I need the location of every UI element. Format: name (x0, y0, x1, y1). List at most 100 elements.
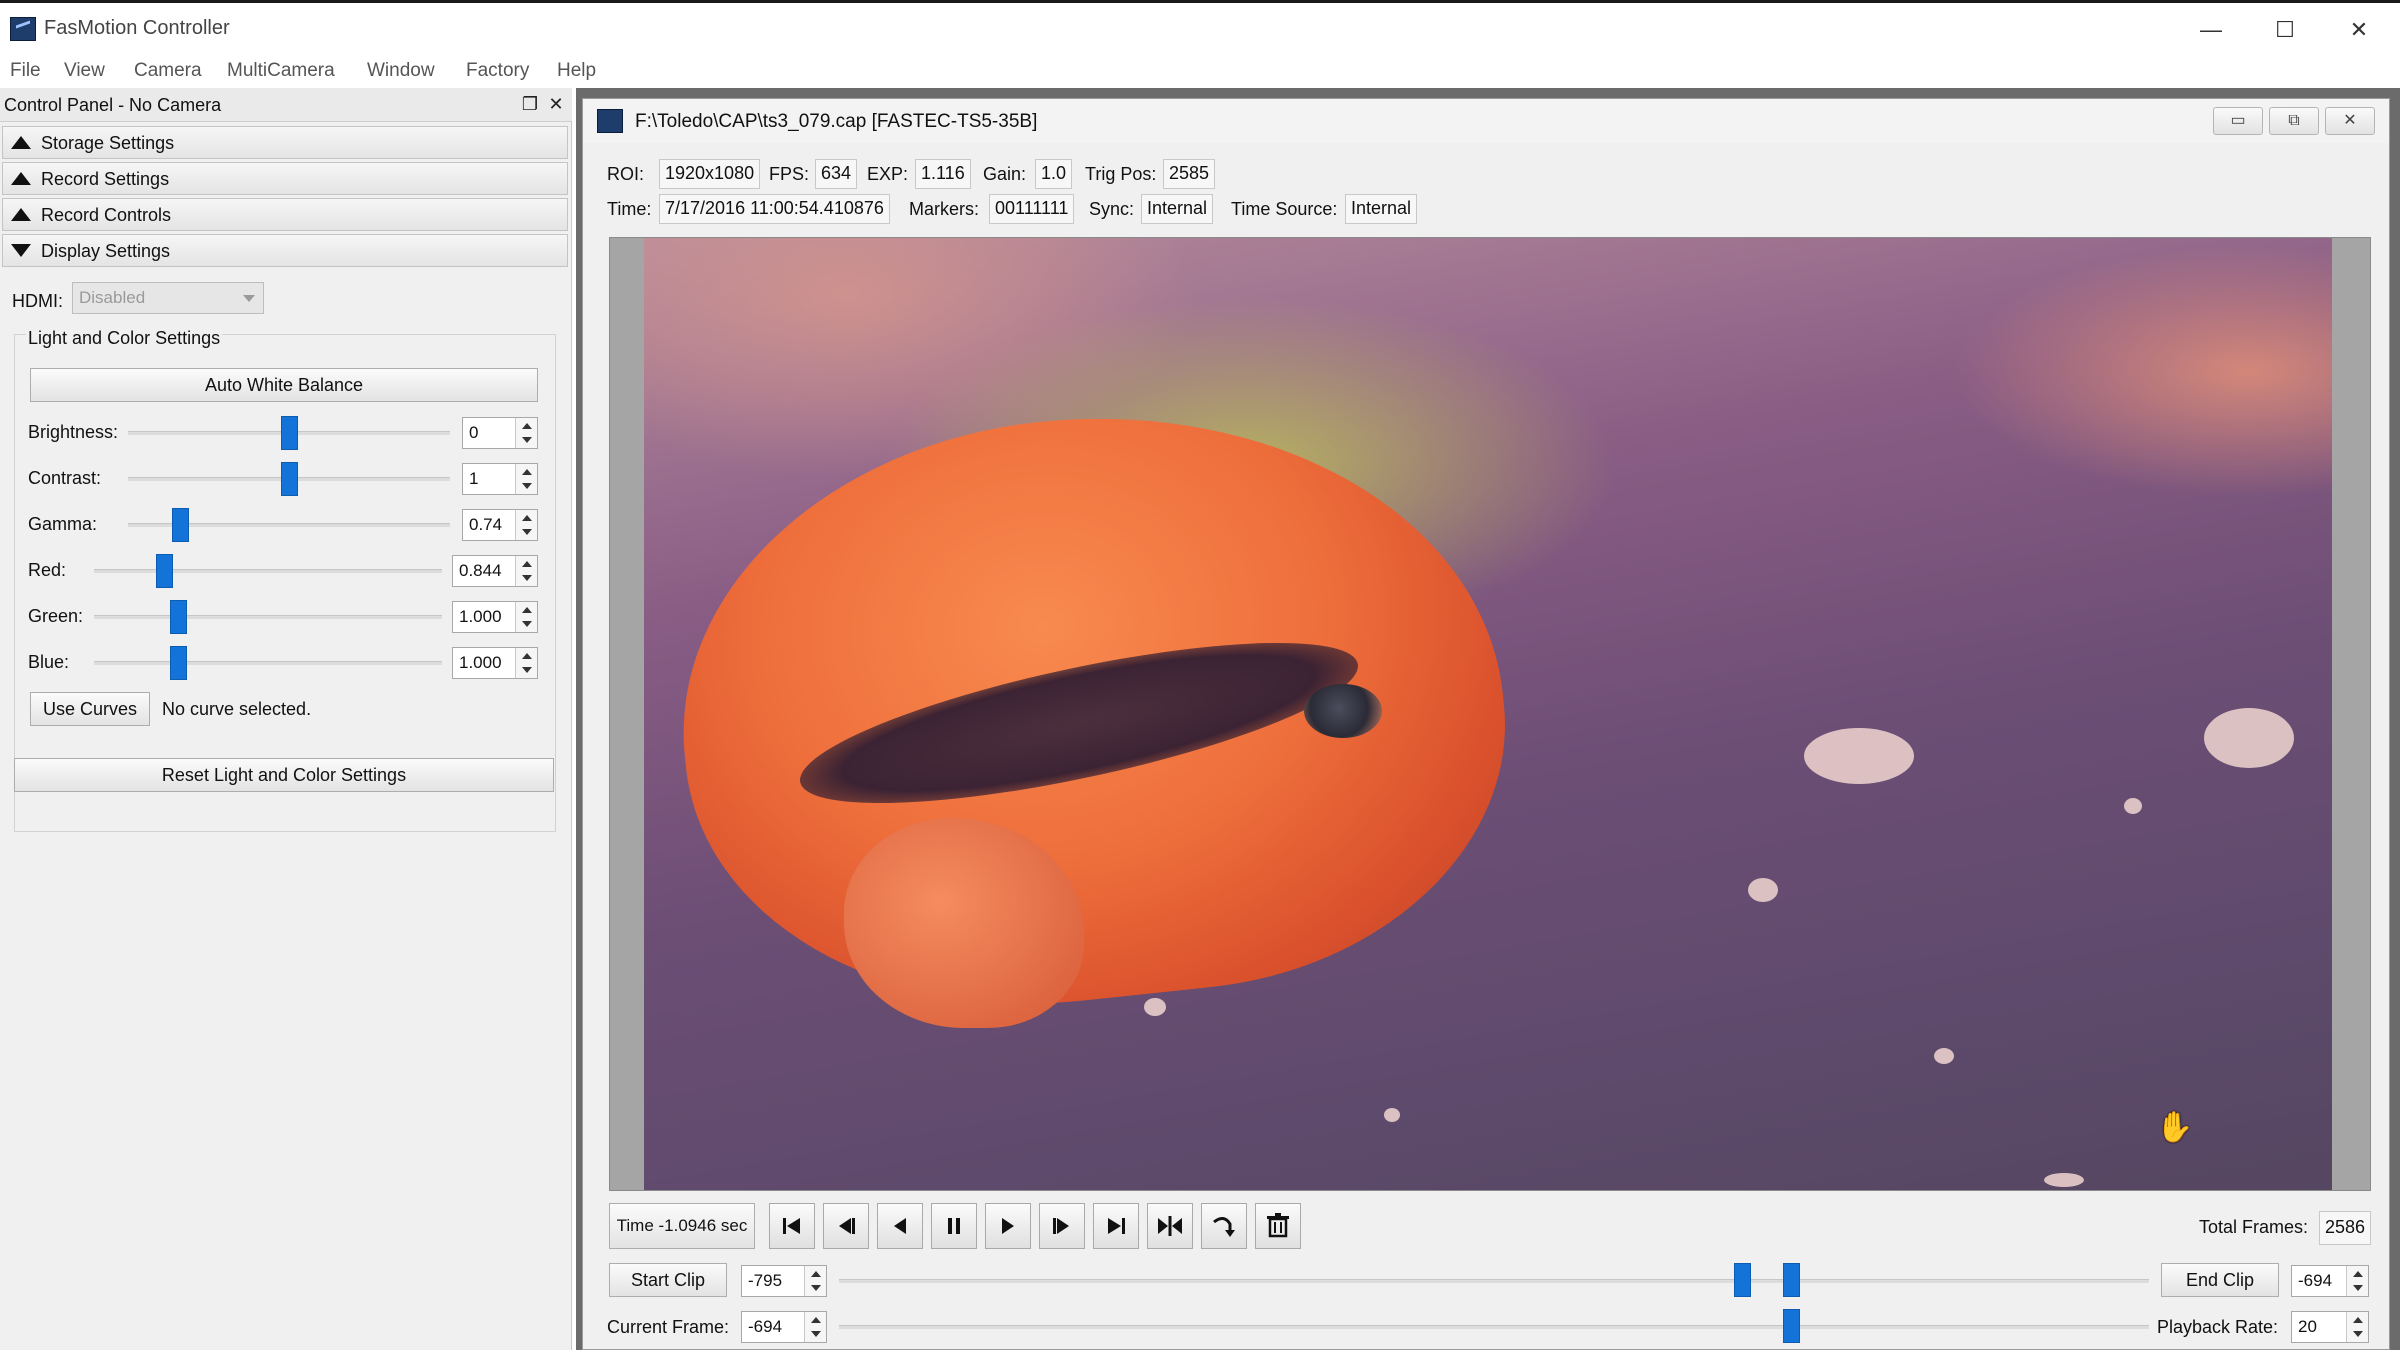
skip-to-end-button[interactable] (1093, 1203, 1139, 1249)
spin-arrows-icon[interactable] (804, 1312, 826, 1342)
brightness-spinbox[interactable]: 0 (462, 417, 538, 449)
spin-arrows-icon[interactable] (515, 464, 537, 494)
close-window-button[interactable]: ✕ (2324, 9, 2394, 51)
start-clip-button[interactable]: Start Clip (609, 1263, 727, 1297)
blue-value: 1.000 (459, 653, 502, 672)
pause-button[interactable] (931, 1203, 977, 1249)
debris-speck (1934, 1048, 1954, 1064)
section-display-settings[interactable]: Display Settings (2, 234, 568, 267)
minimize-clip-button[interactable]: ▭ (2213, 107, 2263, 135)
end-clip-button[interactable]: End Clip (2161, 1263, 2279, 1297)
maximize-window-button[interactable]: ☐ (2250, 9, 2320, 51)
brightness-slider-handle[interactable] (281, 416, 298, 450)
skip-to-start-button[interactable] (769, 1203, 815, 1249)
total-frames-value: 2586 (2319, 1211, 2372, 1245)
close-panel-icon[interactable]: ✕ (545, 93, 567, 115)
debris-speck (2124, 798, 2142, 814)
spin-arrows-icon[interactable] (2346, 1312, 2368, 1342)
step-back-button[interactable] (823, 1203, 869, 1249)
spin-arrows-icon[interactable] (515, 418, 537, 448)
start-clip-spinbox[interactable]: -795 (741, 1265, 827, 1297)
blue-slider-handle[interactable] (169, 646, 187, 680)
step-forward-button[interactable] (1039, 1203, 1085, 1249)
spin-arrows-icon[interactable] (515, 556, 537, 586)
blue-spinbox[interactable]: 1.000 (452, 647, 538, 679)
mark-clip-icon (1158, 1216, 1182, 1236)
spin-arrows-icon[interactable] (515, 510, 537, 540)
mark-clip-button[interactable] (1147, 1203, 1193, 1249)
control-panel-title: Control Panel - No Camera (4, 95, 222, 115)
auto-white-balance-button[interactable]: Auto White Balance (30, 368, 538, 402)
menu-file[interactable]: File (10, 60, 41, 82)
green-slider[interactable] (94, 615, 442, 619)
export-button[interactable] (1201, 1203, 1247, 1249)
restore-clip-button[interactable]: ⧉ (2269, 107, 2319, 135)
light-color-group-title: Light and Color Settings (26, 328, 223, 349)
playback-rate-spinbox[interactable]: 20 (2291, 1311, 2369, 1343)
reset-light-color-button[interactable]: Reset Light and Color Settings (14, 758, 554, 792)
contrast-spinbox[interactable]: 1 (462, 463, 538, 495)
menu-help[interactable]: Help (557, 60, 596, 82)
current-frame-handle[interactable] (1783, 1309, 1801, 1343)
clip-end-handle[interactable] (1783, 1263, 1801, 1297)
step-back-icon (839, 1218, 855, 1234)
delete-button[interactable] (1255, 1203, 1301, 1249)
chevron-down-icon (243, 295, 255, 302)
gamma-slider-handle[interactable] (171, 508, 189, 542)
green-slider-handle[interactable] (169, 600, 187, 634)
red-spinbox[interactable]: 0.844 (452, 555, 538, 587)
spin-arrows-icon[interactable] (515, 602, 537, 632)
current-frame-spinbox[interactable]: -694 (741, 1311, 827, 1343)
green-value: 1.000 (459, 607, 502, 626)
menu-window[interactable]: Window (367, 60, 435, 82)
minimize-window-button[interactable]: — (2176, 9, 2246, 51)
gamma-value: 0.74 (469, 515, 503, 534)
end-clip-spinbox[interactable]: -694 (2291, 1265, 2369, 1297)
use-curves-button[interactable]: Use Curves (30, 692, 150, 726)
blue-slider[interactable] (94, 661, 442, 665)
float-panel-icon[interactable]: ❐ (519, 93, 541, 115)
hand-cursor-icon: ✋ (2156, 1111, 2194, 1144)
clip-start-handle[interactable] (1733, 1263, 1751, 1297)
contrast-value: 1 (469, 469, 479, 488)
markers-label: Markers: (909, 199, 980, 219)
section-record-controls[interactable]: Record Controls (2, 198, 568, 231)
hdmi-select[interactable]: Disabled (72, 282, 264, 314)
play-button[interactable] (985, 1203, 1031, 1249)
menu-factory[interactable]: Factory (466, 60, 529, 82)
time-source-value: Internal (1345, 194, 1418, 224)
fps-label: FPS: (769, 164, 810, 184)
blue-label: Blue: (28, 652, 70, 672)
spin-arrows-icon[interactable] (515, 648, 537, 678)
section-label: Record Settings (41, 169, 170, 189)
spin-arrows-icon[interactable] (2346, 1266, 2368, 1296)
play-reverse-button[interactable] (877, 1203, 923, 1249)
gain-label: Gain: (983, 164, 1027, 184)
app-logo-icon (597, 109, 623, 133)
gamma-label: Gamma: (28, 514, 98, 534)
red-value: 0.844 (459, 561, 502, 580)
export-curve-icon (1213, 1217, 1235, 1237)
red-slider-handle[interactable] (155, 554, 173, 588)
current-frame-slider[interactable] (839, 1325, 2149, 1329)
app-logo-icon (10, 17, 36, 41)
menu-view[interactable]: View (64, 60, 105, 82)
spin-arrows-icon[interactable] (804, 1266, 826, 1296)
clip-range-slider[interactable] (839, 1279, 2149, 1283)
video-viewport[interactable]: ✋ (609, 237, 2371, 1191)
trash-icon (1267, 1213, 1289, 1238)
contrast-slider-handle[interactable] (281, 462, 298, 496)
gamma-spinbox[interactable]: 0.74 (462, 509, 538, 541)
red-slider[interactable] (94, 569, 442, 573)
current-frame-label: Current Frame: (607, 1317, 730, 1337)
section-storage-settings[interactable]: Storage Settings (2, 126, 568, 159)
trig-pos-value: 2585 (1163, 159, 1216, 189)
menu-camera[interactable]: Camera (134, 60, 202, 82)
pause-icon (948, 1218, 960, 1234)
skip-to-start-icon (783, 1218, 800, 1234)
section-record-settings[interactable]: Record Settings (2, 162, 568, 195)
menu-multicamera[interactable]: MultiCamera (227, 60, 335, 82)
green-spinbox[interactable]: 1.000 (452, 601, 538, 633)
close-clip-button[interactable]: ✕ (2325, 107, 2375, 135)
sync-value: Internal (1141, 194, 1214, 224)
